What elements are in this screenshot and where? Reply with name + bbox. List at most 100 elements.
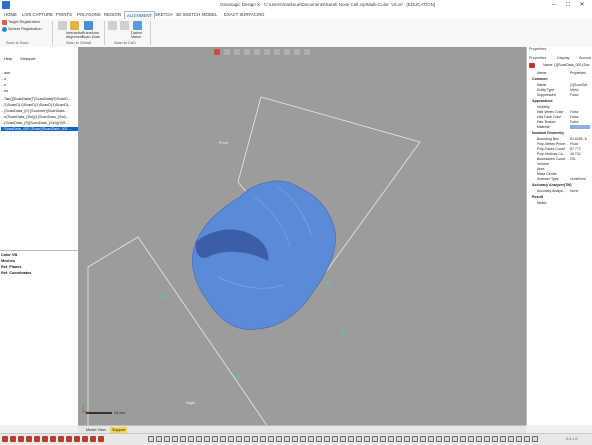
panel-divider[interactable] — [0, 250, 78, 251]
display-item-ref-planes[interactable]: Ref. Planes — [1, 265, 21, 269]
tab-model[interactable]: MODEL — [200, 11, 219, 18]
select-filter-icon[interactable] — [172, 436, 178, 442]
display-item-ref-coordinates[interactable]: Ref. Coordinates — [1, 271, 31, 275]
section-nominal-geometry[interactable]: Nominal Geometry — [532, 131, 564, 135]
select-filter-icon[interactable] — [260, 436, 266, 442]
select-filter-icon[interactable] — [508, 436, 514, 442]
status-tool-icon[interactable] — [66, 436, 72, 442]
tab-home[interactable]: HOME — [2, 11, 19, 18]
select-filter-icon[interactable] — [300, 436, 306, 442]
status-tool-icon[interactable] — [90, 436, 96, 442]
tree-item[interactable]: ...(ScanData_(5)(ScanData_(Sel))(5)S... — [1, 121, 78, 125]
select-filter-icon[interactable] — [244, 436, 250, 442]
section-result[interactable]: Result — [532, 195, 543, 199]
select-filter-icon[interactable] — [204, 436, 210, 442]
interactive-alignment-icon[interactable] — [70, 21, 79, 30]
auto-align-icon[interactable] — [58, 21, 67, 30]
select-filter-icon[interactable] — [372, 436, 378, 442]
select-filter-icon[interactable] — [228, 436, 234, 442]
select-filter-icon[interactable] — [284, 436, 290, 442]
status-tool-icon[interactable] — [74, 436, 80, 442]
select-filter-icon[interactable] — [524, 436, 530, 442]
section-appearance[interactable]: Appearance — [532, 99, 553, 103]
select-filter-icon[interactable] — [356, 436, 362, 442]
property-row[interactable]: Suppressed False — [527, 93, 592, 98]
select-filter-icon[interactable] — [492, 436, 498, 442]
datum-match-icon[interactable] — [133, 21, 142, 30]
select-filter-icon[interactable] — [420, 436, 426, 442]
tree-item[interactable]: ...(ScanData_(0) (Scanner)(ScanData... — [1, 109, 78, 113]
status-tool-icon[interactable] — [2, 436, 8, 442]
select-filter-icon[interactable] — [428, 436, 434, 442]
select-filter-icon[interactable] — [532, 436, 538, 442]
select-filter-icon[interactable] — [236, 436, 242, 442]
status-tool-icon[interactable] — [26, 436, 32, 442]
3d-viewport[interactable]: Front Right 25 mm — [78, 47, 526, 425]
tree-item[interactable]: ...ase — [1, 71, 78, 75]
tab-properties[interactable]: Properties — [529, 56, 546, 60]
tab-display[interactable]: Display — [557, 56, 569, 60]
display-item-meshes[interactable]: Meshes — [1, 259, 15, 263]
select-filter-icon[interactable] — [404, 436, 410, 442]
section-accuracy-analyzer[interactable]: Accuracy Analyzer(TM) — [532, 183, 572, 187]
property-row[interactable]: Accuracy Analys... None — [527, 189, 592, 194]
tree-item[interactable]: ...ns — [1, 89, 78, 93]
select-filter-icon[interactable] — [324, 436, 330, 442]
select-filter-icon[interactable] — [212, 436, 218, 442]
initial-fit-icon[interactable] — [120, 21, 129, 30]
sphere-registration-button[interactable]: Sphere Registration — [8, 27, 42, 31]
tree-item[interactable]: ...2)ScanD(1)ScanD(1)ScanD(1)ScanD(... — [1, 103, 78, 107]
select-filter-icon[interactable] — [308, 436, 314, 442]
tab-viewport[interactable]: Viewport — [20, 56, 36, 61]
select-filter-icon[interactable] — [380, 436, 386, 442]
tree-item[interactable]: ...n — [1, 83, 78, 87]
select-filter-icon[interactable] — [468, 436, 474, 442]
tree-item[interactable]: ...Tan(][ScanData(T)ScanData(3)ScanD... — [1, 97, 78, 101]
tab-points[interactable]: POINTS — [54, 11, 74, 18]
tab-live-capture[interactable]: LIVE CAPTURE — [20, 11, 55, 18]
status-tool-icon[interactable] — [50, 436, 56, 442]
status-tool-icon[interactable] — [34, 436, 40, 442]
tab-region[interactable]: REGION — [102, 11, 123, 18]
best-fit-icon[interactable] — [108, 21, 117, 30]
display-item-color-vb[interactable]: Color VB — [1, 253, 17, 257]
select-filter-icon[interactable] — [340, 436, 346, 442]
select-filter-icon[interactable] — [180, 436, 186, 442]
property-row[interactable]: Matrix — [527, 201, 592, 206]
target-registration-button[interactable]: Target Registration — [8, 20, 40, 24]
select-filter-icon[interactable] — [436, 436, 442, 442]
select-filter-icon[interactable] — [332, 436, 338, 442]
select-filter-icon[interactable] — [484, 436, 490, 442]
maximize-button[interactable]: □ — [562, 1, 574, 9]
tree-item[interactable]: ...n(ScanData_(Sel)(1)ScanData_(Sel)... — [1, 115, 78, 119]
select-filter-icon[interactable] — [476, 436, 482, 442]
select-filter-icon[interactable] — [396, 436, 402, 442]
property-row-material[interactable]: Material — [527, 125, 592, 130]
transform-scan-data-icon[interactable] — [84, 21, 93, 30]
select-filter-icon[interactable] — [452, 436, 458, 442]
select-filter-icon[interactable] — [220, 436, 226, 442]
select-filter-icon[interactable] — [156, 436, 162, 442]
select-filter-icon[interactable] — [164, 436, 170, 442]
close-button[interactable]: ✕ — [576, 1, 588, 9]
section-common[interactable]: Common — [532, 77, 548, 81]
select-filter-icon[interactable] — [316, 436, 322, 442]
tab-polygons[interactable]: POLYGONS — [75, 11, 103, 18]
select-filter-icon[interactable] — [292, 436, 298, 442]
tab-sketch[interactable]: SKETCH — [153, 11, 174, 18]
tab-accuracy[interactable]: Accura — [579, 56, 591, 60]
select-filter-icon[interactable] — [364, 436, 370, 442]
app-icon[interactable] — [2, 1, 10, 9]
status-tool-icon[interactable] — [42, 436, 48, 442]
select-filter-icon[interactable] — [252, 436, 258, 442]
tab-help[interactable]: Help — [4, 56, 12, 61]
select-filter-icon[interactable] — [148, 436, 154, 442]
select-filter-icon[interactable] — [500, 436, 506, 442]
property-row[interactable]: Scanner Type Undefined — [527, 177, 592, 182]
select-filter-icon[interactable] — [516, 436, 522, 442]
status-tool-icon[interactable] — [98, 436, 104, 442]
minimize-button[interactable]: – — [548, 1, 560, 9]
tree-item-selected[interactable]: ...ScanData_000 (Scan)(ScanData_001 ... — [1, 127, 78, 131]
status-tool-icon[interactable] — [18, 436, 24, 442]
select-filter-icon[interactable] — [196, 436, 202, 442]
